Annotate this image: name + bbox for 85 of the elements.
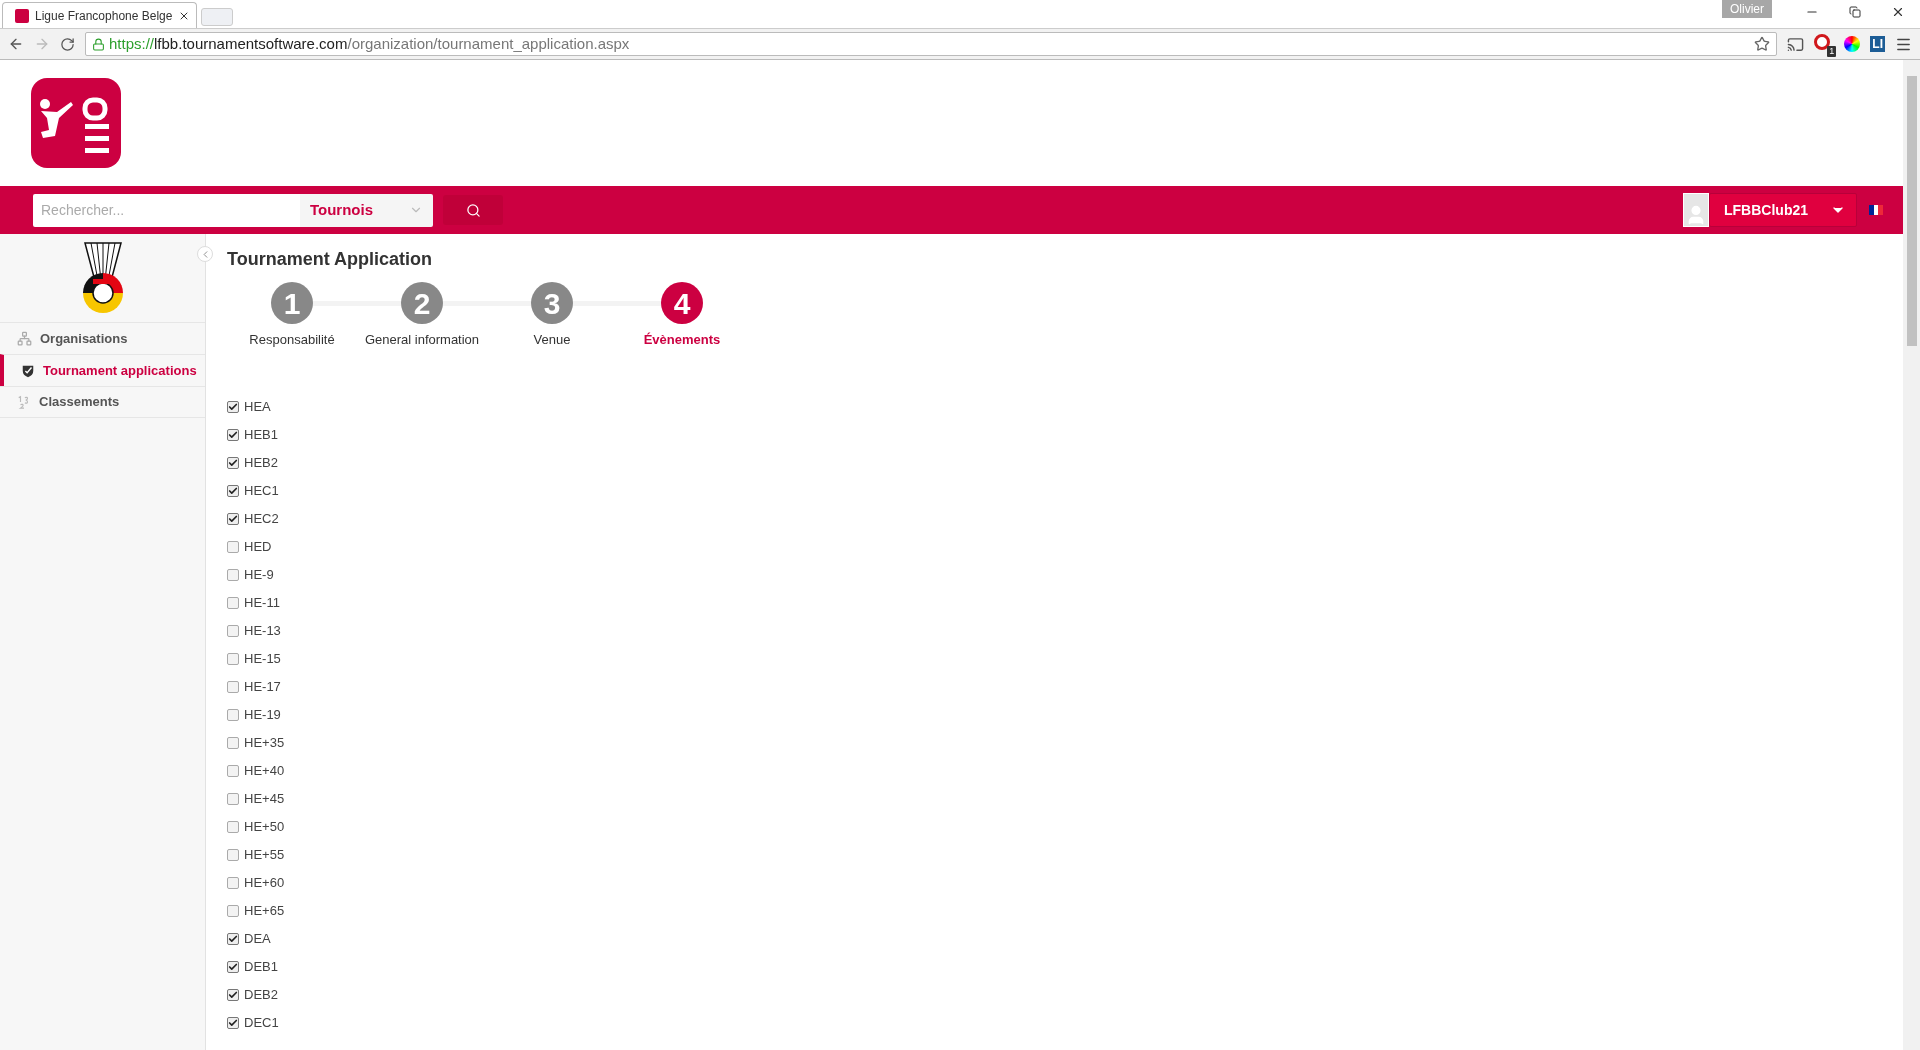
favicon-icon <box>15 8 29 23</box>
step-number[interactable]: 2 <box>401 282 443 324</box>
event-label: DEA <box>244 929 271 948</box>
event-label: HE-17 <box>244 677 281 696</box>
user-menu-button[interactable]: LFBBClub21 <box>1709 193 1857 227</box>
checkbox[interactable] <box>227 876 239 889</box>
event-label: HEB1 <box>244 425 278 444</box>
organisation-icon <box>17 331 32 346</box>
step-number[interactable]: 4 <box>661 282 703 324</box>
event-label: HE-19 <box>244 705 281 724</box>
checkbox[interactable] <box>227 456 239 469</box>
event-label: HE-15 <box>244 649 281 668</box>
address-bar[interactable]: https://lfbb.tournamentsoftware.com/organization/tournament_application.aspx <box>85 32 1778 56</box>
step-label[interactable]: Responsabilité <box>249 330 335 350</box>
sidebar-item[interactable]: Tournament applications <box>0 354 205 386</box>
event-label: HEC1 <box>244 481 279 500</box>
search-field[interactable]: Rechercher... <box>33 193 300 227</box>
checkbox[interactable] <box>227 680 239 693</box>
checkbox[interactable] <box>227 540 239 553</box>
event-label: DEB2 <box>244 985 278 1004</box>
event-label: HE+65 <box>244 901 285 920</box>
step-label[interactable]: General information <box>364 330 480 350</box>
checkbox[interactable] <box>227 596 239 609</box>
category-dropdown[interactable]: Tournois <box>300 193 433 227</box>
logo-drawing[interactable] <box>31 78 121 168</box>
event-label: HE+55 <box>244 845 285 864</box>
checkbox[interactable] <box>227 512 239 525</box>
step-number[interactable]: 1 <box>271 282 313 324</box>
event-label: HEC2 <box>244 509 279 528</box>
checkbox[interactable] <box>227 988 239 1001</box>
event-label: HE+45 <box>244 789 285 808</box>
shield-icon <box>21 363 35 378</box>
tab-title: Ligue Francophone Belge <box>35 7 173 25</box>
checkbox[interactable] <box>227 736 239 749</box>
event-label: HE-13 <box>244 621 281 640</box>
checkbox[interactable] <box>227 652 239 665</box>
event-label: HE-11 <box>244 593 280 612</box>
event-label: HE+50 <box>244 817 285 836</box>
restore-icon[interactable] <box>1849 6 1861 18</box>
checkbox[interactable] <box>227 428 239 441</box>
checkbox[interactable] <box>227 624 239 637</box>
scrollbar[interactable] <box>1903 60 1920 1050</box>
cast-icon[interactable] <box>1787 35 1805 53</box>
event-label: HED <box>244 537 272 556</box>
checkbox[interactable] <box>227 820 239 833</box>
extension-button[interactable]: LI <box>1870 36 1885 52</box>
page-title: Tournament Application <box>227 248 433 270</box>
event-label: HEB2 <box>244 453 278 472</box>
french-flag-icon[interactable] <box>1869 205 1883 215</box>
checkbox[interactable] <box>227 484 239 497</box>
checkbox[interactable] <box>227 792 239 805</box>
step-label[interactable]: Venue <box>533 330 571 350</box>
search-button[interactable] <box>443 195 503 225</box>
event-label: DEC1 <box>244 1013 279 1032</box>
step-label[interactable]: Évènements <box>643 330 721 350</box>
lock-icon <box>92 37 105 51</box>
event-label: DEB1 <box>244 957 278 976</box>
checkbox[interactable] <box>227 764 239 777</box>
sidebar-item[interactable]: Organisations <box>0 322 205 354</box>
event-label: HE+35 <box>244 733 285 752</box>
checkbox[interactable] <box>227 708 239 721</box>
step-number[interactable]: 3 <box>531 282 573 324</box>
checkbox[interactable] <box>227 960 239 973</box>
checkbox[interactable] <box>227 904 239 917</box>
bookmark-star-icon[interactable] <box>1754 36 1771 52</box>
event-label: HE+60 <box>244 873 285 892</box>
event-label: HEA <box>244 397 271 416</box>
sidebar-item[interactable]: Classements <box>0 386 205 418</box>
checkbox[interactable] <box>227 400 239 413</box>
search-icon <box>465 202 481 218</box>
checkbox[interactable] <box>227 932 239 945</box>
reload-icon[interactable] <box>60 36 75 52</box>
color-wheel-icon[interactable] <box>1844 36 1861 52</box>
avatar-placeholder <box>1683 193 1709 227</box>
ranking-icon <box>17 395 31 409</box>
close-icon[interactable] <box>1891 5 1905 19</box>
checkbox[interactable] <box>227 1016 239 1029</box>
event-label: HE-9 <box>244 565 274 584</box>
url-text: https://lfbb.tournamentsoftware.com/organization/tournament_application.aspx <box>109 33 630 54</box>
checkbox[interactable] <box>227 848 239 861</box>
back-icon[interactable] <box>8 36 24 52</box>
event-label: HE+40 <box>244 761 285 780</box>
extension-badge: 1 <box>1827 46 1837 57</box>
checkbox[interactable] <box>227 568 239 581</box>
browser-tab[interactable]: Ligue Francophone Belge <box>2 2 197 28</box>
